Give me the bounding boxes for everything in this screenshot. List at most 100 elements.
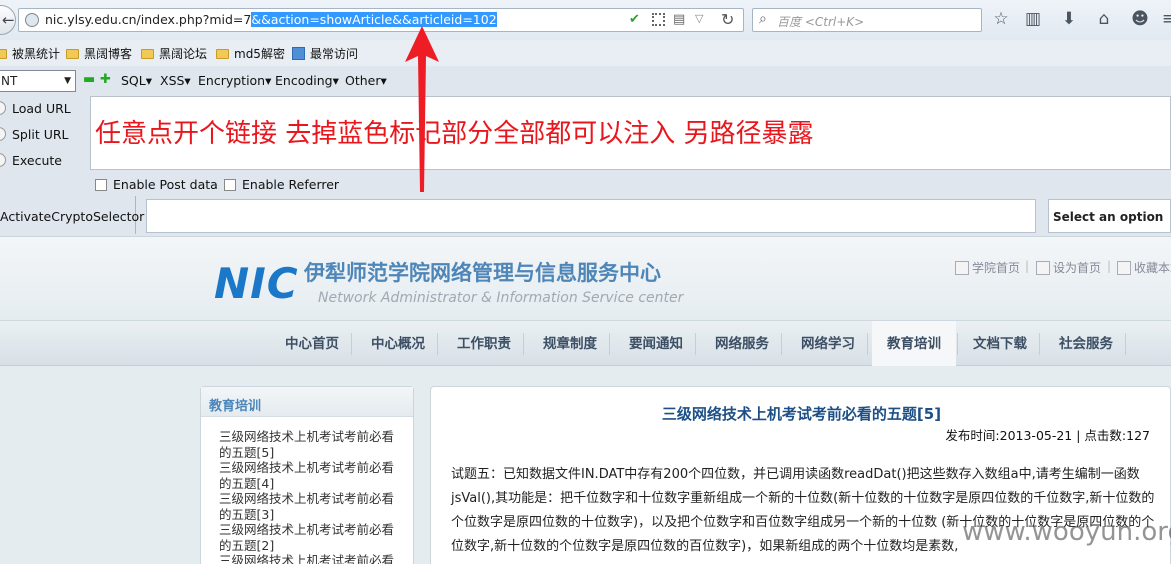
nav-social-services[interactable]: 社会服务: [1048, 321, 1124, 366]
menu-icon[interactable]: ≡: [1158, 9, 1171, 31]
sidebar-article-link[interactable]: 三级网络技术上机考试考前必看的五题[2]: [219, 522, 405, 554]
url-plain: nic.ylsy.edu.cn/index.php?mid=7: [45, 12, 252, 27]
execute-button[interactable]: Execute: [0, 153, 62, 168]
folder-icon: [0, 49, 7, 59]
qr-code-icon[interactable]: [652, 13, 665, 26]
crypto-input[interactable]: [146, 199, 1036, 233]
nav-duties[interactable]: 工作职责: [446, 321, 522, 366]
hackbar-select[interactable]: NT ▼: [0, 70, 76, 92]
nav-divider: [609, 333, 610, 355]
enable-referrer-checkbox[interactable]: Enable Referrer: [224, 177, 339, 192]
select-value: NT: [1, 74, 18, 88]
globe-icon: [25, 13, 39, 27]
sidebar-title-text: 教育培训: [209, 399, 262, 414]
menu-other[interactable]: Other▾: [345, 73, 387, 88]
set-homepage-link[interactable]: 设为首页: [1036, 259, 1101, 276]
site-logo[interactable]: NIC: [214, 259, 299, 308]
site-title: 伊犁师范学院网络管理与信息服务中心: [304, 261, 661, 285]
bookmark-label: 黑阔博客: [84, 47, 133, 61]
web-page: NIC 伊犁师范学院网络管理与信息服务中心 Network Administra…: [0, 236, 1171, 564]
page-icon: [955, 261, 969, 275]
checkbox-icon: [224, 179, 236, 191]
folder-icon: [141, 49, 154, 59]
folder-icon: [216, 49, 229, 59]
menu-encoding[interactable]: Encoding▾: [275, 73, 339, 88]
sidebar-article-link[interactable]: 三级网络技术上机考试考前必看的五题[3]: [219, 491, 405, 523]
red-arrow-annotation: [405, 26, 439, 192]
nav-divider: [867, 333, 868, 355]
nav-network-learning[interactable]: 网络学习: [790, 321, 866, 366]
back-arrow-icon: ←: [2, 11, 15, 29]
nav-network-services[interactable]: 网络服务: [704, 321, 780, 366]
college-home-link[interactable]: 学院首页: [955, 259, 1020, 276]
bookmark-site-link[interactable]: 收藏本站: [1117, 259, 1171, 276]
menu-sql[interactable]: SQL▾: [121, 73, 152, 88]
link-separator: |: [1107, 259, 1112, 273]
select-label: Select an option: [1053, 210, 1164, 224]
link-label: 收藏本站: [1134, 261, 1171, 275]
chevron-down-icon: ▼: [64, 76, 71, 86]
link-separator: |: [1025, 259, 1030, 273]
sidebar: 教育培训 三级网络技术上机考试考前必看的五题[5] 三级网络技术上机考试考前必看…: [200, 386, 414, 564]
link-label: 设为首页: [1053, 261, 1102, 275]
split-url-button[interactable]: Split URL: [0, 127, 69, 142]
annotation-text: 任意点开个链接 去掉蓝色标记部分全部都可以注入 另路径暴露: [95, 119, 814, 149]
enable-post-checkbox[interactable]: Enable Post data: [95, 177, 218, 192]
reader-view-icon[interactable]: ▤: [673, 12, 685, 27]
screenshot-root: ← nic.ylsy.edu.cn/index.php?mid=7&&actio…: [0, 0, 1171, 564]
star-icon[interactable]: ☆: [990, 9, 1012, 31]
nav-divider: [695, 333, 696, 355]
crypto-select[interactable]: Select an option: [1048, 199, 1171, 233]
site-header: NIC 伊犁师范学院网络管理与信息服务中心 Network Administra…: [0, 236, 1171, 320]
load-url-icon: [0, 101, 6, 115]
checkbox-icon: [95, 179, 107, 191]
nav-rules[interactable]: 规章制度: [532, 321, 608, 366]
link-label: 学院首页: [972, 261, 1021, 275]
load-url-button[interactable]: Load URL: [0, 101, 71, 116]
plus-icon[interactable]: ✚: [100, 72, 111, 87]
search-input[interactable]: ⌕ 百度 <Ctrl+K>: [752, 8, 982, 32]
crypto-selector-label: ActivateCryptoSelector: [0, 209, 145, 224]
sidebar-title: 教育培训: [201, 387, 413, 417]
url-input[interactable]: nic.ylsy.edu.cn/index.php?mid=7&&action=…: [18, 8, 744, 32]
bookmark-item[interactable]: 被黑统计: [0, 45, 60, 62]
shield-icon[interactable]: ✔: [629, 12, 640, 27]
sidebar-article-link[interactable]: 三级网络技术上机考试考前必看的五题[4]: [219, 460, 405, 492]
back-button[interactable]: ←: [0, 5, 16, 35]
bookmark-item[interactable]: md5解密: [216, 45, 285, 62]
sidebar-article-link[interactable]: 三级网络技术上机考试考前必看的五题[5]: [219, 429, 405, 461]
search-placeholder: 百度 <Ctrl+K>: [777, 15, 865, 29]
reload-icon[interactable]: ↻: [721, 10, 734, 29]
split-url-icon: [0, 127, 6, 141]
bookmark-label: md5解密: [234, 47, 285, 61]
bookmark-item[interactable]: 黑阔博客: [66, 45, 132, 62]
navigation-toolbar: ← nic.ylsy.edu.cn/index.php?mid=7&&actio…: [0, 0, 1171, 40]
button-label: Load URL: [12, 101, 71, 116]
nav-home[interactable]: 中心首页: [274, 321, 350, 366]
download-icon[interactable]: ⬇: [1058, 9, 1080, 31]
menu-encryption[interactable]: Encryption▾: [198, 73, 271, 88]
hackbar-url-textarea[interactable]: 任意点开个链接 去掉蓝色标记部分全部都可以注入 另路径暴露: [90, 96, 1171, 170]
bookmark-item[interactable]: 最常访问: [292, 45, 358, 62]
nav-divider: [957, 333, 958, 355]
bookmarks-list-icon[interactable]: ▥: [1022, 9, 1044, 31]
nav-divider: [781, 333, 782, 355]
folder-icon: [66, 49, 79, 59]
nav-news[interactable]: 要闻通知: [618, 321, 694, 366]
bookmark-label: 最常访问: [310, 47, 359, 61]
sidebar-article-link[interactable]: 三级网络技术上机考试考前必看的: [219, 553, 405, 564]
home-icon[interactable]: ⌂: [1093, 9, 1115, 31]
url-text: nic.ylsy.edu.cn/index.php?mid=7&&action=…: [45, 12, 497, 27]
bookmark-item[interactable]: 黑阔论坛: [141, 45, 207, 62]
smiley-icon[interactable]: ☻: [1129, 9, 1151, 31]
bookmarks-toolbar: 被黑统计 黑阔博客 黑阔论坛 md5解密 最常访问: [0, 40, 1171, 66]
nav-education-training[interactable]: 教育培训: [872, 321, 956, 366]
page-icon: [1036, 261, 1050, 275]
url-dropdown-icon[interactable]: ▽: [695, 12, 703, 25]
nav-overview[interactable]: 中心概况: [360, 321, 436, 366]
minus-icon[interactable]: ▬: [83, 72, 95, 87]
nav-downloads[interactable]: 文档下载: [962, 321, 1038, 366]
menu-xss[interactable]: XSS▾: [160, 73, 191, 88]
bookmark-icon: [292, 47, 305, 60]
button-label: Split URL: [12, 127, 69, 142]
